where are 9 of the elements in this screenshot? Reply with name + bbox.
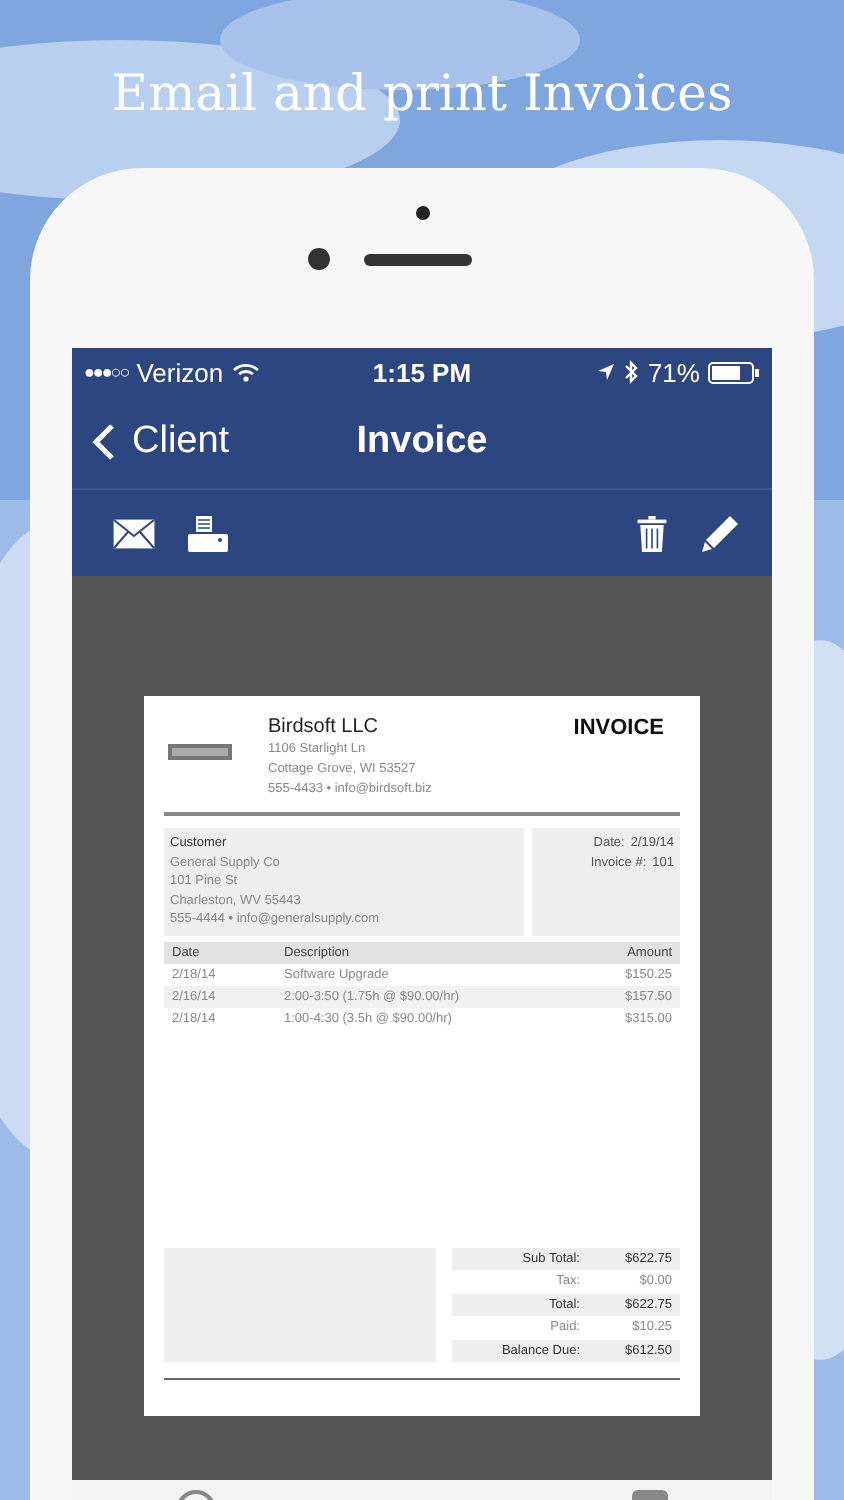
signal-icon: ●●●○○ xyxy=(84,362,129,382)
screen-title: Invoice xyxy=(354,420,490,464)
battery-percent: 71% xyxy=(647,357,700,387)
back-button[interactable]: Client xyxy=(72,420,230,464)
company-name: Birdsoft LLC xyxy=(268,716,381,738)
document-heading: INVOICE xyxy=(573,716,666,740)
carrier-name: Verizon xyxy=(136,357,224,387)
headline: Email and print Invoices xyxy=(111,62,733,126)
clock-time: 1:15 PM xyxy=(372,357,472,387)
